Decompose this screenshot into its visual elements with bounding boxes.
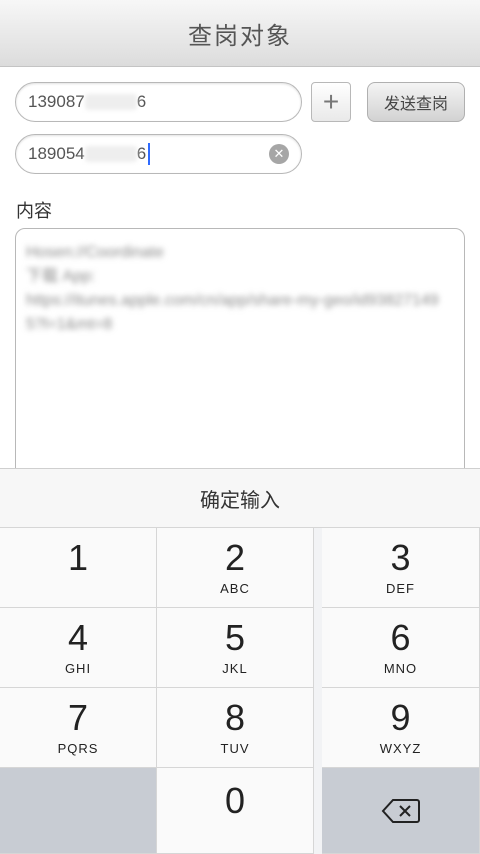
key-5[interactable]: 5 JKL bbox=[157, 608, 314, 688]
key-0[interactable]: 0 bbox=[157, 768, 314, 854]
key-1[interactable]: 1 bbox=[0, 528, 157, 608]
content-label: 内容 bbox=[16, 201, 52, 221]
phone-2-prefix: 189054 bbox=[28, 144, 85, 163]
send-button[interactable]: 发送查岗 bbox=[367, 82, 465, 122]
key-2[interactable]: 2 ABC bbox=[157, 528, 314, 608]
page-title: 查岗对象 bbox=[188, 22, 292, 50]
key-4[interactable]: 4 GHI bbox=[0, 608, 157, 688]
redaction-mask bbox=[84, 146, 137, 162]
phone-1-prefix: 139087 bbox=[28, 92, 85, 111]
clear-icon[interactable]: ✕ bbox=[269, 144, 289, 164]
numeric-keyboard: 确定输入 1 2 ABC 3 DEF 4 GHI 5 JKL 6 MNO 7 P… bbox=[0, 468, 480, 854]
key-3[interactable]: 3 DEF bbox=[322, 528, 480, 608]
key-8[interactable]: 8 TUV bbox=[157, 688, 314, 768]
key-9[interactable]: 9 WXYZ bbox=[322, 688, 480, 768]
phone-1-suffix: 6 bbox=[136, 92, 147, 111]
text-cursor bbox=[148, 143, 151, 165]
phone-field-1[interactable]: 139087 6 bbox=[15, 82, 302, 122]
phone-field-2[interactable]: 189054 6 ✕ bbox=[15, 134, 302, 174]
redaction-mask bbox=[84, 94, 137, 110]
phone-2-suffix: 6 bbox=[136, 144, 147, 163]
content-textarea[interactable]: Hosen://Coordinate 下载 App: https://itune… bbox=[15, 228, 465, 488]
blank-key bbox=[0, 768, 157, 854]
add-contact-button[interactable]: + bbox=[311, 82, 351, 122]
navigation-bar: 查岗对象 bbox=[0, 0, 480, 67]
key-7[interactable]: 7 PQRS bbox=[0, 688, 157, 768]
confirm-input-button[interactable]: 确定输入 bbox=[0, 468, 480, 528]
backspace-icon bbox=[381, 798, 420, 823]
key-6[interactable]: 6 MNO bbox=[322, 608, 480, 688]
content-text: Hosen://Coordinate 下载 App: https://itune… bbox=[26, 244, 439, 333]
delete-key[interactable] bbox=[322, 768, 480, 854]
plus-icon: + bbox=[322, 86, 340, 117]
